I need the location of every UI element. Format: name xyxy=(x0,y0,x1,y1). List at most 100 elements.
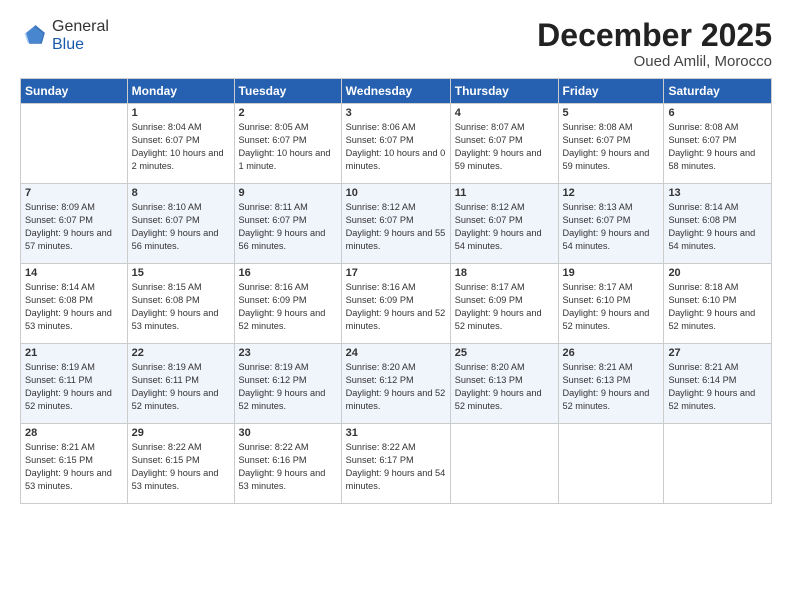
day-info: Sunrise: 8:21 AMSunset: 6:14 PMDaylight:… xyxy=(668,361,767,413)
day-info: Sunrise: 8:04 AMSunset: 6:07 PMDaylight:… xyxy=(132,121,230,173)
calendar-cell xyxy=(558,424,664,504)
calendar-cell: 30 Sunrise: 8:22 AMSunset: 6:16 PMDaylig… xyxy=(234,424,341,504)
calendar-cell: 5 Sunrise: 8:08 AMSunset: 6:07 PMDayligh… xyxy=(558,104,664,184)
day-number: 5 xyxy=(563,107,660,119)
day-number: 20 xyxy=(668,267,767,279)
calendar-cell: 28 Sunrise: 8:21 AMSunset: 6:15 PMDaylig… xyxy=(21,424,128,504)
day-info: Sunrise: 8:06 AMSunset: 6:07 PMDaylight:… xyxy=(346,121,446,173)
calendar-cell: 23 Sunrise: 8:19 AMSunset: 6:12 PMDaylig… xyxy=(234,344,341,424)
day-info: Sunrise: 8:20 AMSunset: 6:12 PMDaylight:… xyxy=(346,361,446,413)
day-number: 16 xyxy=(239,267,337,279)
calendar-cell: 2 Sunrise: 8:05 AMSunset: 6:07 PMDayligh… xyxy=(234,104,341,184)
month-title: December 2025 xyxy=(537,18,772,53)
day-info: Sunrise: 8:22 AMSunset: 6:17 PMDaylight:… xyxy=(346,441,446,493)
day-info: Sunrise: 8:11 AMSunset: 6:07 PMDaylight:… xyxy=(239,201,337,253)
day-number: 17 xyxy=(346,267,446,279)
day-info: Sunrise: 8:17 AMSunset: 6:09 PMDaylight:… xyxy=(455,281,554,333)
day-number: 8 xyxy=(132,187,230,199)
calendar-week-2: 7 Sunrise: 8:09 AMSunset: 6:07 PMDayligh… xyxy=(21,184,772,264)
day-number: 29 xyxy=(132,427,230,439)
day-number: 6 xyxy=(668,107,767,119)
logo-icon xyxy=(20,22,48,50)
day-number: 24 xyxy=(346,347,446,359)
day-number: 1 xyxy=(132,107,230,119)
day-info: Sunrise: 8:16 AMSunset: 6:09 PMDaylight:… xyxy=(239,281,337,333)
calendar-cell: 13 Sunrise: 8:14 AMSunset: 6:08 PMDaylig… xyxy=(664,184,772,264)
calendar-cell: 11 Sunrise: 8:12 AMSunset: 6:07 PMDaylig… xyxy=(450,184,558,264)
logo-text: General Blue xyxy=(52,18,109,54)
day-info: Sunrise: 8:14 AMSunset: 6:08 PMDaylight:… xyxy=(25,281,123,333)
calendar-cell: 4 Sunrise: 8:07 AMSunset: 6:07 PMDayligh… xyxy=(450,104,558,184)
calendar-cell: 26 Sunrise: 8:21 AMSunset: 6:13 PMDaylig… xyxy=(558,344,664,424)
day-info: Sunrise: 8:12 AMSunset: 6:07 PMDaylight:… xyxy=(346,201,446,253)
weekday-header-sunday: Sunday xyxy=(21,79,128,104)
day-number: 25 xyxy=(455,347,554,359)
weekday-header-monday: Monday xyxy=(127,79,234,104)
calendar-cell: 20 Sunrise: 8:18 AMSunset: 6:10 PMDaylig… xyxy=(664,264,772,344)
calendar-week-5: 28 Sunrise: 8:21 AMSunset: 6:15 PMDaylig… xyxy=(21,424,772,504)
calendar-cell: 14 Sunrise: 8:14 AMSunset: 6:08 PMDaylig… xyxy=(21,264,128,344)
day-number: 2 xyxy=(239,107,337,119)
day-number: 14 xyxy=(25,267,123,279)
day-number: 15 xyxy=(132,267,230,279)
calendar-cell: 22 Sunrise: 8:19 AMSunset: 6:11 PMDaylig… xyxy=(127,344,234,424)
calendar-cell: 19 Sunrise: 8:17 AMSunset: 6:10 PMDaylig… xyxy=(558,264,664,344)
calendar-cell: 25 Sunrise: 8:20 AMSunset: 6:13 PMDaylig… xyxy=(450,344,558,424)
location: Oued Amlil, Morocco xyxy=(537,53,772,70)
day-info: Sunrise: 8:08 AMSunset: 6:07 PMDaylight:… xyxy=(563,121,660,173)
calendar-cell: 3 Sunrise: 8:06 AMSunset: 6:07 PMDayligh… xyxy=(341,104,450,184)
calendar-cell: 15 Sunrise: 8:15 AMSunset: 6:08 PMDaylig… xyxy=(127,264,234,344)
day-info: Sunrise: 8:08 AMSunset: 6:07 PMDaylight:… xyxy=(668,121,767,173)
day-info: Sunrise: 8:07 AMSunset: 6:07 PMDaylight:… xyxy=(455,121,554,173)
calendar-week-3: 14 Sunrise: 8:14 AMSunset: 6:08 PMDaylig… xyxy=(21,264,772,344)
calendar-cell: 10 Sunrise: 8:12 AMSunset: 6:07 PMDaylig… xyxy=(341,184,450,264)
weekday-header-wednesday: Wednesday xyxy=(341,79,450,104)
weekday-header-row: SundayMondayTuesdayWednesdayThursdayFrid… xyxy=(21,79,772,104)
day-number: 21 xyxy=(25,347,123,359)
calendar-cell: 27 Sunrise: 8:21 AMSunset: 6:14 PMDaylig… xyxy=(664,344,772,424)
calendar-cell: 24 Sunrise: 8:20 AMSunset: 6:12 PMDaylig… xyxy=(341,344,450,424)
day-info: Sunrise: 8:19 AMSunset: 6:12 PMDaylight:… xyxy=(239,361,337,413)
title-block: December 2025 Oued Amlil, Morocco xyxy=(537,18,772,70)
weekday-header-friday: Friday xyxy=(558,79,664,104)
day-number: 3 xyxy=(346,107,446,119)
day-info: Sunrise: 8:21 AMSunset: 6:13 PMDaylight:… xyxy=(563,361,660,413)
calendar-cell xyxy=(664,424,772,504)
day-info: Sunrise: 8:09 AMSunset: 6:07 PMDaylight:… xyxy=(25,201,123,253)
weekday-header-saturday: Saturday xyxy=(664,79,772,104)
day-info: Sunrise: 8:16 AMSunset: 6:09 PMDaylight:… xyxy=(346,281,446,333)
day-info: Sunrise: 8:05 AMSunset: 6:07 PMDaylight:… xyxy=(239,121,337,173)
calendar-cell xyxy=(450,424,558,504)
calendar-table: SundayMondayTuesdayWednesdayThursdayFrid… xyxy=(20,78,772,504)
day-info: Sunrise: 8:19 AMSunset: 6:11 PMDaylight:… xyxy=(25,361,123,413)
day-number: 19 xyxy=(563,267,660,279)
day-number: 27 xyxy=(668,347,767,359)
day-info: Sunrise: 8:13 AMSunset: 6:07 PMDaylight:… xyxy=(563,201,660,253)
calendar-body: 1 Sunrise: 8:04 AMSunset: 6:07 PMDayligh… xyxy=(21,104,772,504)
calendar-cell: 29 Sunrise: 8:22 AMSunset: 6:15 PMDaylig… xyxy=(127,424,234,504)
day-info: Sunrise: 8:14 AMSunset: 6:08 PMDaylight:… xyxy=(668,201,767,253)
calendar-cell: 1 Sunrise: 8:04 AMSunset: 6:07 PMDayligh… xyxy=(127,104,234,184)
calendar-cell: 12 Sunrise: 8:13 AMSunset: 6:07 PMDaylig… xyxy=(558,184,664,264)
day-number: 7 xyxy=(25,187,123,199)
calendar-cell: 7 Sunrise: 8:09 AMSunset: 6:07 PMDayligh… xyxy=(21,184,128,264)
calendar-cell: 9 Sunrise: 8:11 AMSunset: 6:07 PMDayligh… xyxy=(234,184,341,264)
day-number: 12 xyxy=(563,187,660,199)
calendar-cell: 6 Sunrise: 8:08 AMSunset: 6:07 PMDayligh… xyxy=(664,104,772,184)
day-info: Sunrise: 8:10 AMSunset: 6:07 PMDaylight:… xyxy=(132,201,230,253)
calendar-cell: 16 Sunrise: 8:16 AMSunset: 6:09 PMDaylig… xyxy=(234,264,341,344)
calendar-cell: 21 Sunrise: 8:19 AMSunset: 6:11 PMDaylig… xyxy=(21,344,128,424)
day-info: Sunrise: 8:17 AMSunset: 6:10 PMDaylight:… xyxy=(563,281,660,333)
weekday-header-thursday: Thursday xyxy=(450,79,558,104)
day-number: 31 xyxy=(346,427,446,439)
day-info: Sunrise: 8:15 AMSunset: 6:08 PMDaylight:… xyxy=(132,281,230,333)
calendar-cell: 17 Sunrise: 8:16 AMSunset: 6:09 PMDaylig… xyxy=(341,264,450,344)
calendar-week-4: 21 Sunrise: 8:19 AMSunset: 6:11 PMDaylig… xyxy=(21,344,772,424)
day-number: 9 xyxy=(239,187,337,199)
day-number: 4 xyxy=(455,107,554,119)
calendar-cell: 31 Sunrise: 8:22 AMSunset: 6:17 PMDaylig… xyxy=(341,424,450,504)
day-number: 30 xyxy=(239,427,337,439)
day-number: 23 xyxy=(239,347,337,359)
day-number: 18 xyxy=(455,267,554,279)
day-number: 11 xyxy=(455,187,554,199)
